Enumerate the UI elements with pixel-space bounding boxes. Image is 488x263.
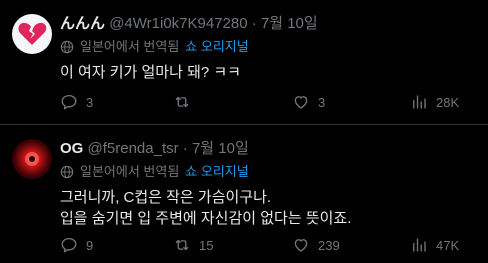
user-handle[interactable]: @f5renda_tsr <box>88 140 179 157</box>
reply-count: 3 <box>86 94 94 110</box>
heart-icon <box>294 239 308 252</box>
retweet-icon <box>175 96 189 108</box>
broken-heart-icon <box>18 22 47 45</box>
globe-icon <box>60 165 74 179</box>
views-chart-icon <box>413 238 426 252</box>
reply-count: 9 <box>86 237 94 253</box>
retweet-button[interactable]: 15 <box>173 235 213 255</box>
reply-icon <box>61 94 77 110</box>
like-button[interactable]: 239 <box>292 235 340 255</box>
user-handle[interactable]: @4Wr1i0k7K947280 <box>109 15 247 32</box>
separator-dot: · <box>182 140 188 157</box>
avatar[interactable] <box>12 14 52 54</box>
tweet-date[interactable]: 7월 10일 <box>261 15 318 32</box>
source-link[interactable]: 쇼 오리지널 <box>185 163 248 181</box>
like-count: 239 <box>318 237 340 253</box>
tweet-text-line: 입을 숨기면 입 주변에 자신감이 없다는 뜻이죠. <box>60 210 352 227</box>
display-name[interactable]: んんん <box>60 15 105 32</box>
action-bar: 9 15 239 47K <box>60 235 476 255</box>
tweet[interactable]: んんん @4Wr1i0k7K947280 · 7월 10일 일본어에서 번역됨 … <box>0 0 488 124</box>
tweet-text-line: 그러니까, C컵은 작은 가슴이구나. <box>60 189 272 206</box>
reply-button[interactable]: 9 <box>60 235 93 255</box>
views-button[interactable]: 47K <box>410 235 459 255</box>
views-chart-icon <box>413 95 426 109</box>
tweet-header: んんん @4Wr1i0k7K947280 · 7월 10일 <box>60 14 318 34</box>
tweet-text: 그러니까, C컵은 작은 가슴이구나. 입을 숨기면 입 주변에 자신감이 없다… <box>60 187 351 229</box>
translation-label: 일본어에서 번역됨 <box>80 39 180 54</box>
retweet-button[interactable] <box>173 92 199 112</box>
reply-icon <box>61 237 77 253</box>
translation-notice: 일본어에서 번역됨 쇼 오리지널 <box>60 163 249 181</box>
view-count: 47K <box>436 237 460 253</box>
views-button[interactable]: 28K <box>410 92 459 112</box>
retweet-icon <box>175 239 189 251</box>
globe-icon <box>60 40 74 54</box>
like-button[interactable]: 3 <box>292 92 325 112</box>
translation-notice: 일본어에서 번역됨 쇼 오리지널 <box>60 38 249 56</box>
separator-dot: · <box>251 15 257 32</box>
reply-button[interactable]: 3 <box>60 92 93 112</box>
display-name[interactable]: OG <box>60 140 83 157</box>
red-eye-icon <box>13 140 51 178</box>
translation-label: 일본어에서 번역됨 <box>80 164 180 179</box>
tweet-text: 이 여자 키가 얼마나 돼? ㅋㅋ <box>60 62 241 83</box>
like-count: 3 <box>318 94 326 110</box>
view-count: 28K <box>436 94 460 110</box>
tweet-date[interactable]: 7월 10일 <box>192 140 249 157</box>
tweet[interactable]: OG @f5renda_tsr · 7월 10일 일본어에서 번역됨 쇼 오리지… <box>0 125 488 263</box>
action-bar: 3 3 28K <box>60 92 476 112</box>
retweet-count: 15 <box>199 237 214 253</box>
heart-icon <box>294 96 308 109</box>
avatar[interactable] <box>12 139 52 179</box>
tweet-text-line: 이 여자 키가 얼마나 돼? ㅋㅋ <box>60 64 241 81</box>
tweet-header: OG @f5renda_tsr · 7월 10일 <box>60 139 249 159</box>
source-link[interactable]: 쇼 오리지널 <box>185 38 248 56</box>
